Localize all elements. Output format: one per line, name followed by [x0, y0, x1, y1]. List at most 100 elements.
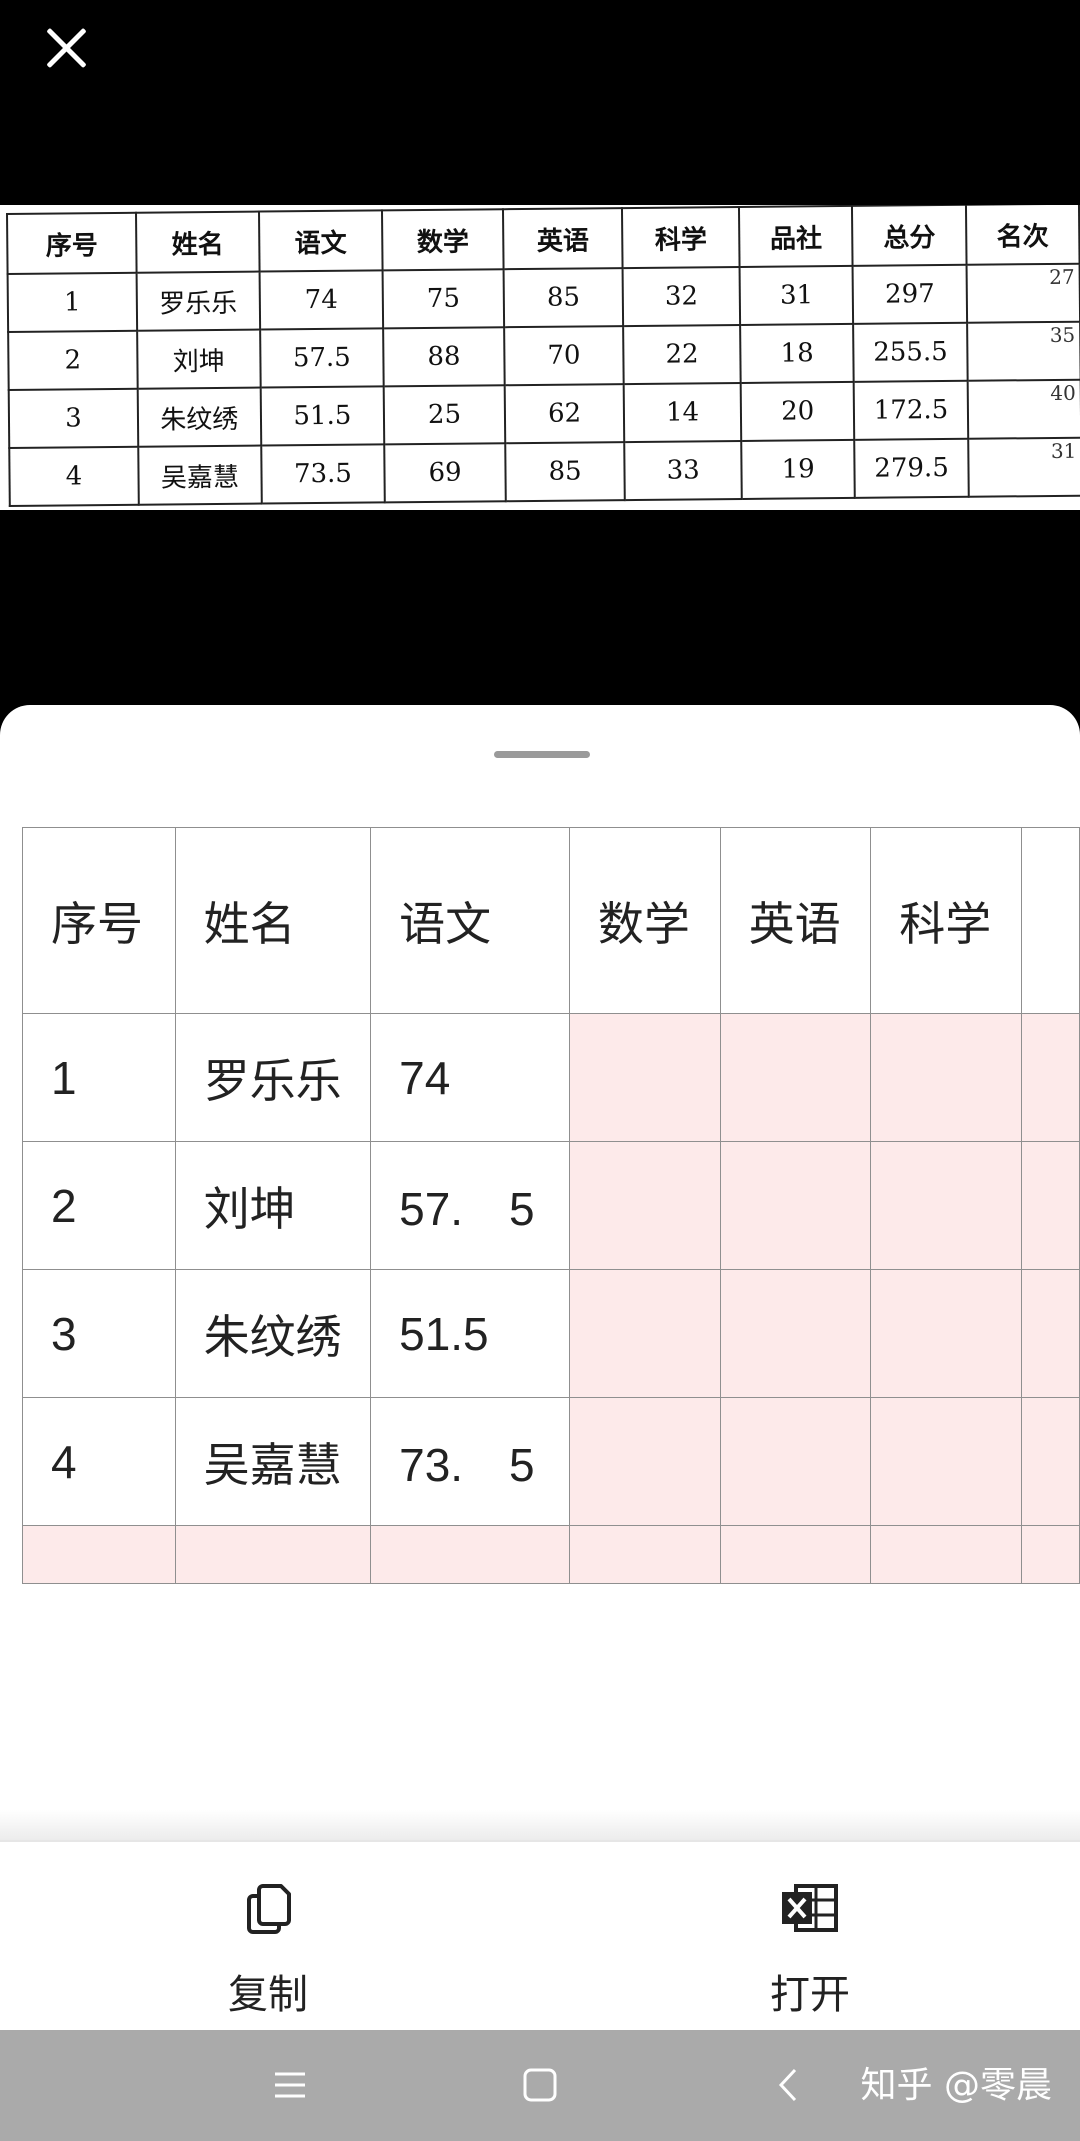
header-cell[interactable]: 语文	[370, 827, 570, 1014]
header-cell[interactable]: 数学	[568, 827, 721, 1014]
photo-cell: 3	[8, 388, 139, 448]
blank-row	[22, 1525, 1080, 1584]
table-cell[interactable]: 73. 5	[370, 1397, 570, 1526]
photo-cell: 57.5	[259, 328, 384, 388]
table-cell[interactable]: 吴嘉慧	[174, 1397, 372, 1526]
home-icon	[523, 2068, 557, 2102]
copy-label: 复制	[228, 1972, 308, 2018]
header-cell[interactable]	[1020, 827, 1080, 1014]
empty-cell[interactable]	[870, 1525, 1022, 1584]
sheet-fade	[0, 1810, 1080, 1840]
table-header-row: 序号 姓名 语文 数学 英语 科学	[22, 827, 1080, 1014]
open-button[interactable]: 打开	[660, 1842, 960, 2032]
action-bar: 复制 打开	[0, 1840, 1080, 2032]
empty-cell[interactable]	[370, 1525, 570, 1584]
empty-cell[interactable]	[1020, 1397, 1080, 1526]
photo-cell: 51.5	[260, 386, 385, 446]
photo-cell: 40	[967, 379, 1080, 439]
empty-cell[interactable]	[1020, 1269, 1080, 1398]
table-cell[interactable]: 51.5	[370, 1269, 570, 1398]
photo-table: 序号 姓名 语文 数学 英语 科学 品社 总分 名次 1 罗乐乐 74 75 8…	[6, 205, 1080, 507]
empty-cell[interactable]	[568, 1269, 721, 1398]
photo-cell: 2	[8, 330, 138, 390]
empty-cell[interactable]	[870, 1013, 1022, 1142]
empty-cell[interactable]	[719, 1013, 872, 1142]
photo-cell: 31	[968, 437, 1080, 497]
table-cell[interactable]: 1	[22, 1013, 176, 1142]
table-cell[interactable]: 朱纹绣	[174, 1269, 372, 1398]
menu-icon	[275, 2072, 305, 2098]
photo-cell: 19	[741, 439, 856, 499]
empty-cell[interactable]	[1020, 1013, 1080, 1142]
photo-cell: 英语	[503, 208, 623, 270]
table-row: 2 刘坤 57. 5	[22, 1141, 1080, 1270]
photo-cell: 数学	[382, 209, 504, 271]
photo-cell: 85	[505, 442, 625, 502]
empty-cell[interactable]	[719, 1269, 872, 1398]
photo-cell: 31	[739, 265, 854, 325]
photo-cell: 品社	[739, 205, 853, 267]
photo-cell: 74	[259, 270, 384, 330]
empty-cell[interactable]	[1020, 1525, 1080, 1584]
result-sheet: 序号 姓名 语文 数学 英语 科学 1 罗乐乐 74 2 刘坤 57. 5 3 …	[0, 705, 1080, 2030]
system-nav-bar: 知乎 @零晨	[0, 2030, 1080, 2141]
table-cell[interactable]: 74	[370, 1013, 570, 1142]
photo-cell: 172.5	[853, 380, 969, 440]
photo-cell: 姓名	[135, 211, 260, 273]
photo-cell: 279.5	[854, 438, 969, 498]
photo-cell: 297	[852, 264, 967, 324]
empty-cell[interactable]	[719, 1525, 872, 1584]
photo-cell: 33	[624, 440, 742, 501]
header-cell[interactable]: 英语	[719, 827, 872, 1014]
photo-cell: 32	[622, 266, 741, 327]
photo-cell: 刘坤	[136, 329, 261, 389]
copy-icon	[247, 1884, 291, 1934]
photo-cell: 69	[384, 443, 506, 503]
table-cell[interactable]: 4	[22, 1397, 176, 1526]
empty-cell[interactable]	[568, 1525, 721, 1584]
recognized-table: 序号 姓名 语文 数学 英语 科学 1 罗乐乐 74 2 刘坤 57. 5 3 …	[22, 827, 1080, 1584]
table-cell[interactable]: 2	[22, 1141, 176, 1270]
scanned-photo: 序号 姓名 语文 数学 英语 科学 品社 总分 名次 1 罗乐乐 74 75 8…	[0, 205, 1080, 510]
photo-cell: 朱纹绣	[137, 387, 262, 447]
empty-cell[interactable]	[719, 1397, 872, 1526]
menu-button[interactable]	[265, 2060, 315, 2110]
header-cell[interactable]: 姓名	[174, 827, 372, 1014]
photo-cell: 科学	[622, 206, 740, 269]
empty-cell[interactable]	[22, 1525, 176, 1584]
photo-cell: 27	[966, 263, 1080, 323]
empty-cell[interactable]	[870, 1397, 1022, 1526]
photo-cell: 85	[503, 268, 624, 328]
close-button[interactable]	[40, 22, 92, 74]
back-icon	[778, 2068, 797, 2102]
table-row: 4 吴嘉慧 73. 5	[22, 1397, 1080, 1526]
empty-cell[interactable]	[568, 1397, 721, 1526]
table-cell[interactable]: 57. 5	[370, 1141, 570, 1270]
empty-cell[interactable]	[719, 1141, 872, 1270]
photo-cell: 20	[740, 381, 855, 441]
photo-cell: 18	[740, 323, 854, 383]
photo-cell: 88	[383, 327, 505, 387]
copy-button[interactable]: 复制	[118, 1842, 418, 2032]
empty-cell[interactable]	[568, 1013, 721, 1142]
empty-cell[interactable]	[568, 1141, 721, 1270]
photo-cell: 22	[623, 324, 741, 385]
empty-cell[interactable]	[174, 1525, 372, 1584]
table-cell[interactable]: 刘坤	[174, 1141, 372, 1270]
table-cell[interactable]: 3	[22, 1269, 176, 1398]
header-cell[interactable]: 序号	[22, 827, 176, 1014]
watermark-text: 知乎 @零晨	[860, 2065, 1052, 2106]
photo-cell: 70	[504, 326, 624, 386]
photo-cell: 35	[966, 321, 1080, 381]
drag-handle[interactable]	[494, 751, 590, 758]
table-cell[interactable]: 罗乐乐	[174, 1013, 372, 1142]
empty-cell[interactable]	[1020, 1141, 1080, 1270]
photo-cell: 4	[9, 446, 139, 506]
header-cell[interactable]: 科学	[870, 827, 1022, 1014]
empty-cell[interactable]	[870, 1269, 1022, 1398]
empty-cell[interactable]	[870, 1141, 1022, 1270]
home-button[interactable]	[515, 2060, 565, 2110]
photo-cell: 73.5	[261, 444, 385, 504]
photo-cell: 罗乐乐	[136, 271, 260, 331]
back-button[interactable]	[765, 2060, 815, 2110]
